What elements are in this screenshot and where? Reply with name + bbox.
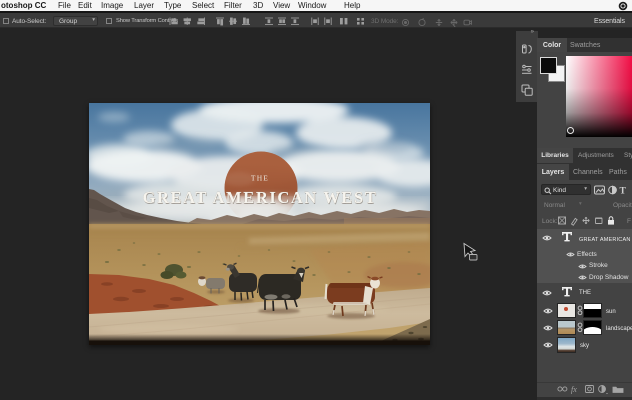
svg-text:THE: THE bbox=[251, 174, 269, 183]
svg-text:T: T bbox=[620, 187, 627, 196]
svg-text:GREAT AMERICAN WEST: GREAT AMERICAN WEST bbox=[143, 188, 378, 207]
svg-text:fx: fx bbox=[571, 385, 577, 394]
